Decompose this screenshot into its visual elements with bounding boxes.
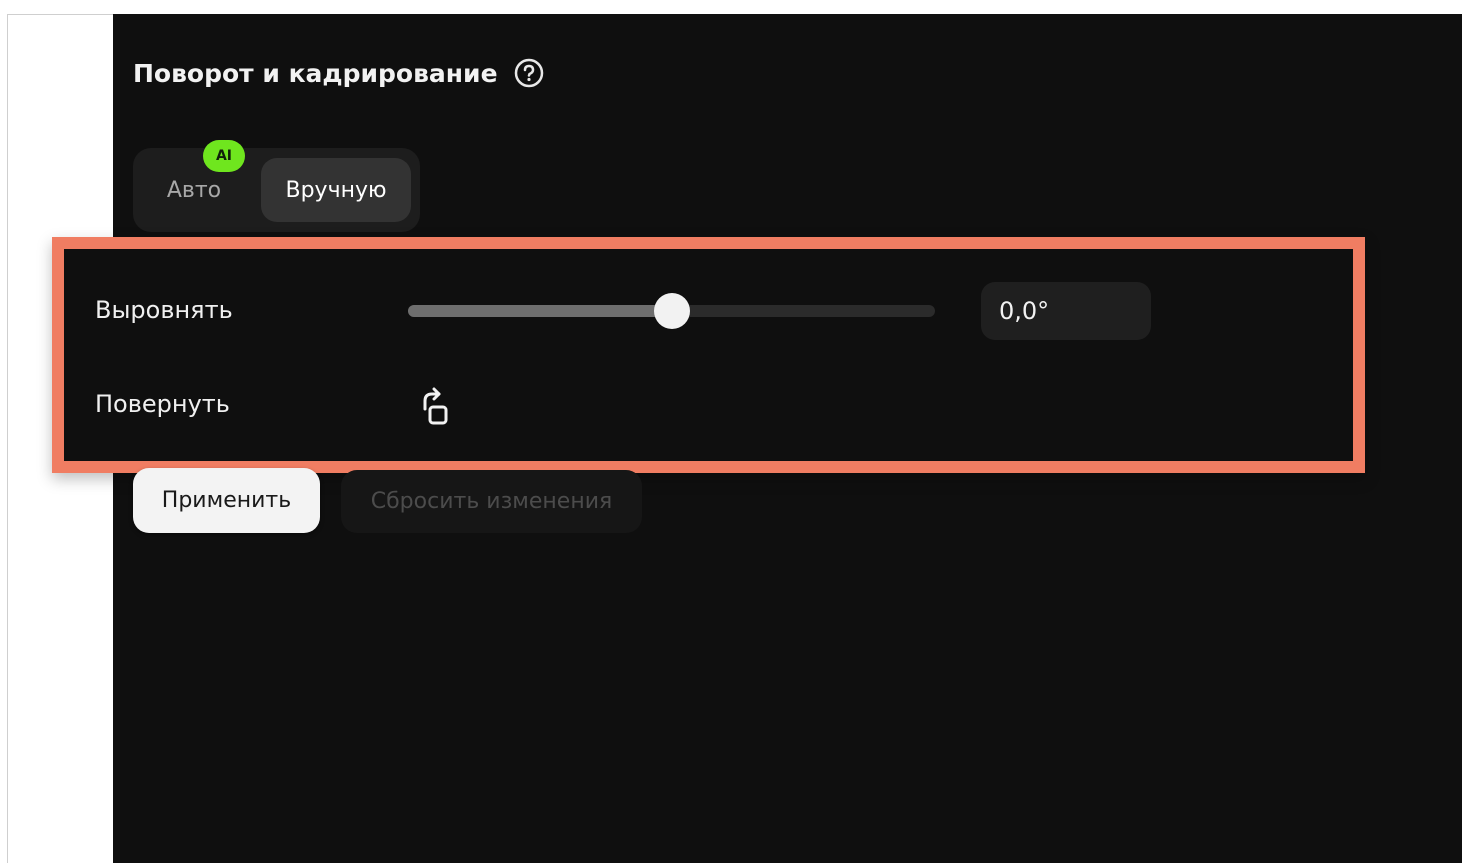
ai-badge: AI: [203, 140, 245, 172]
mode-toggle: Авто Вручную: [133, 148, 420, 232]
frame-left-border: [7, 14, 8, 863]
slider-fill: [408, 305, 672, 317]
straighten-label: Выровнять: [95, 296, 233, 324]
slider-thumb[interactable]: [654, 293, 690, 329]
panel-header: Поворот и кадрирование: [133, 58, 544, 88]
reset-changes-button[interactable]: Сбросить изменения: [341, 470, 642, 533]
mode-manual-tab[interactable]: Вручную: [261, 158, 411, 222]
highlight-annotation-box: [52, 237, 1365, 473]
rotate-label: Повернуть: [95, 390, 230, 418]
frame-top-border: [7, 14, 113, 15]
angle-value-input[interactable]: 0,0°: [981, 282, 1151, 340]
panel-title: Поворот и кадрирование: [133, 58, 498, 88]
rotate-icon[interactable]: [414, 384, 456, 430]
straighten-slider[interactable]: [408, 293, 935, 329]
apply-button[interactable]: Применить: [133, 468, 320, 533]
help-circle-icon[interactable]: [514, 58, 544, 88]
